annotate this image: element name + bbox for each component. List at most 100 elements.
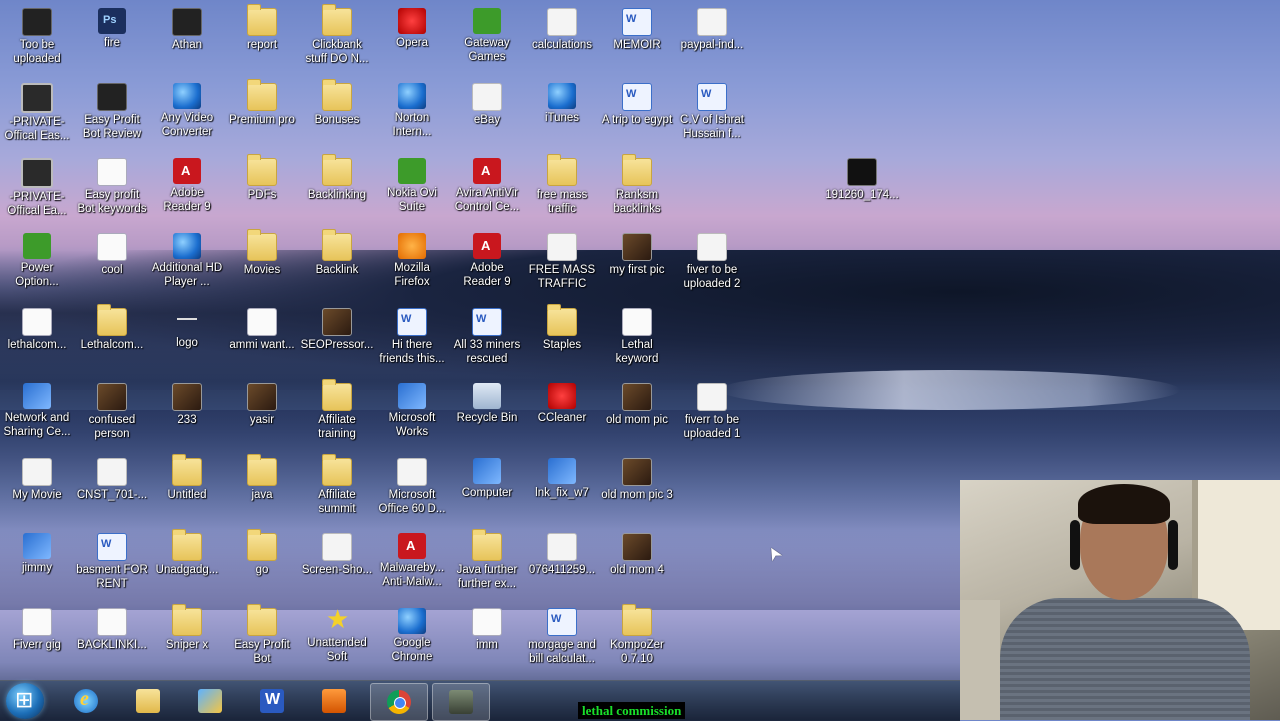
desktop-icon[interactable]: jimmy: [0, 529, 74, 575]
desktop-icon[interactable]: Ranksm backlinks: [600, 154, 674, 216]
desktop-icon[interactable]: Backlinking: [300, 154, 374, 202]
desktop-icon[interactable]: Norton Intern...: [375, 79, 449, 139]
desktop-icon[interactable]: lnk_fix_w7: [525, 454, 599, 500]
desktop-icon[interactable]: Too be uploaded: [0, 4, 74, 66]
desktop-icon[interactable]: iTunes: [525, 79, 599, 125]
desktop-icon[interactable]: Lethal keyword: [600, 304, 674, 366]
desktop-icon[interactable]: my first pic: [600, 229, 674, 277]
desktop-icon[interactable]: Staples: [525, 304, 599, 352]
desktop-icon[interactable]: Easy profit Bot keywords: [75, 154, 149, 216]
desktop-icon[interactable]: My Movie: [0, 454, 74, 502]
desktop-icon[interactable]: Clickbank stuff DO N...: [300, 4, 374, 66]
desktop-icon[interactable]: Affiliate summit: [300, 454, 374, 516]
desktop-icon[interactable]: free mass traffic: [525, 154, 599, 216]
desktop-icon[interactable]: Unadgadg...: [150, 529, 224, 577]
desktop-icon[interactable]: Microsoft Works: [375, 379, 449, 439]
desktop-icon[interactable]: Movies: [225, 229, 299, 277]
desktop-icon[interactable]: Computer: [450, 454, 524, 500]
desktop-icon[interactable]: 191260_174...: [825, 154, 899, 202]
taskbar-button-cam[interactable]: [432, 683, 490, 721]
desktop-icon[interactable]: Java further further ex...: [450, 529, 524, 591]
desktop-icon[interactable]: Malwareby... Anti-Malw...: [375, 529, 449, 589]
desktop-icon[interactable]: -PRIVATE- Offical Eas...: [0, 79, 74, 143]
desktop-icon[interactable]: imm: [450, 604, 524, 652]
desktop-icon[interactable]: old mom 4: [600, 529, 674, 577]
desktop-icon[interactable]: Bonuses: [300, 79, 374, 127]
desktop-icon[interactable]: All 33 miners rescued: [450, 304, 524, 366]
taskbar-button-folder[interactable]: [120, 683, 176, 719]
desktop-icon[interactable]: morgage and bill calculat...: [525, 604, 599, 666]
desktop-icon[interactable]: cool: [75, 229, 149, 277]
firefox-icon: [398, 233, 426, 259]
desktop-icon[interactable]: old mom pic 3: [600, 454, 674, 502]
desktop-icon-label: free mass traffic: [536, 189, 588, 215]
desktop-icon[interactable]: Untitled: [150, 454, 224, 502]
desktop-icon[interactable]: Mozilla Firefox: [375, 229, 449, 289]
desktop-icon[interactable]: Affiliate training: [300, 379, 374, 441]
desktop-icon[interactable]: SEOPressor...: [300, 304, 374, 352]
folder-icon: [547, 154, 577, 186]
desktop-icon[interactable]: Easy Profit Bot Review: [75, 79, 149, 141]
desktop-icon[interactable]: CCleaner: [525, 379, 599, 425]
desktop-icon[interactable]: confused person: [75, 379, 149, 441]
taskbar-button-chrome[interactable]: [370, 683, 428, 721]
desktop-icon[interactable]: Unattended Soft: [300, 604, 374, 664]
desktop-icon[interactable]: Nokia Ovi Suite: [375, 154, 449, 214]
desktop-icon[interactable]: report: [225, 4, 299, 52]
desktop-icon[interactable]: Adobe Reader 9: [150, 154, 224, 214]
desktop-icon[interactable]: Screen-Sho...: [300, 529, 374, 577]
desktop-icon[interactable]: BACKLINKI...: [75, 604, 149, 652]
desktop-icon[interactable]: Adobe Reader 9: [450, 229, 524, 289]
desktop-icon[interactable]: Avira AntiVir Control Ce...: [450, 154, 524, 214]
desktop-icon[interactable]: Any Video Converter: [150, 79, 224, 139]
desktop-icon[interactable]: logo: [150, 304, 224, 350]
taskbar-button-ie[interactable]: [58, 683, 114, 719]
desktop-icon[interactable]: C.V of Ishrat Hussain f...: [675, 79, 749, 141]
desktop-icon[interactable]: fiverr to be uploaded 1: [675, 379, 749, 441]
desktop-icon[interactable]: Lethalcom...: [75, 304, 149, 352]
desktop-icon[interactable]: PDFs: [225, 154, 299, 202]
desktop-icon[interactable]: Additional HD Player ...: [150, 229, 224, 289]
desktop-icon[interactable]: Microsoft Office 60 D...: [375, 454, 449, 516]
desktop-icon[interactable]: Google Chrome: [375, 604, 449, 664]
desktop-icon[interactable]: 233: [150, 379, 224, 427]
taskbar-button-media[interactable]: [306, 683, 362, 719]
desktop-icon[interactable]: fire: [75, 4, 149, 50]
taskbar-button-word[interactable]: [244, 683, 300, 719]
desktop-icon[interactable]: Opera: [375, 4, 449, 50]
desktop-icon[interactable]: java: [225, 454, 299, 502]
desktop-icon-label: jimmy: [21, 562, 53, 574]
desktop-icon[interactable]: Backlink: [300, 229, 374, 277]
desktop-icon[interactable]: ammi want...: [225, 304, 299, 352]
desktop-icon[interactable]: fiver to be uploaded 2: [675, 229, 749, 291]
desktop-icon[interactable]: paypal-ind...: [675, 4, 749, 52]
desktop-icon-label: -PRIVATE- Offical Ea...: [7, 191, 67, 217]
desktop-icon[interactable]: Hi there friends this...: [375, 304, 449, 366]
desktop-icon[interactable]: KompoZer 0.7.10: [600, 604, 674, 666]
desktop-icon[interactable]: eBay: [450, 79, 524, 127]
desktop-icon[interactable]: Power Option...: [0, 229, 74, 289]
desktop-icon[interactable]: Gateway Games: [450, 4, 524, 64]
desktop-icon[interactable]: CNST_701-...: [75, 454, 149, 502]
desktop-icon[interactable]: 076411259...: [525, 529, 599, 577]
desktop-icon[interactable]: Fiverr gig: [0, 604, 74, 652]
desktop-icon[interactable]: MEMOIR: [600, 4, 674, 52]
start-button[interactable]: [6, 683, 44, 719]
desktop-icon[interactable]: Athan: [150, 4, 224, 52]
desktop-icon[interactable]: Network and Sharing Ce...: [0, 379, 74, 439]
desktop-icon[interactable]: FREE MASS TRAFFIC: [525, 229, 599, 291]
desktop-icon[interactable]: basment FOR RENT: [75, 529, 149, 591]
desktop-icon[interactable]: go: [225, 529, 299, 577]
desktop-icon[interactable]: Sniper x: [150, 604, 224, 652]
desktop-icon[interactable]: Premium pro: [225, 79, 299, 127]
taskbar-button-paint[interactable]: [182, 683, 238, 719]
desktop-icon[interactable]: yasir: [225, 379, 299, 427]
desktop-icon[interactable]: Easy Profit Bot: [225, 604, 299, 666]
desktop-icon[interactable]: old mom pic: [600, 379, 674, 427]
desktop-icon[interactable]: A trip to egypt: [600, 79, 674, 127]
desktop-icon[interactable]: Recycle Bin: [450, 379, 524, 425]
desktop-icon-label: basment FOR RENT: [76, 564, 148, 590]
desktop-icon[interactable]: lethalcom...: [0, 304, 74, 352]
desktop-icon[interactable]: -PRIVATE- Offical Ea...: [0, 154, 74, 218]
desktop-icon[interactable]: calculations: [525, 4, 599, 52]
